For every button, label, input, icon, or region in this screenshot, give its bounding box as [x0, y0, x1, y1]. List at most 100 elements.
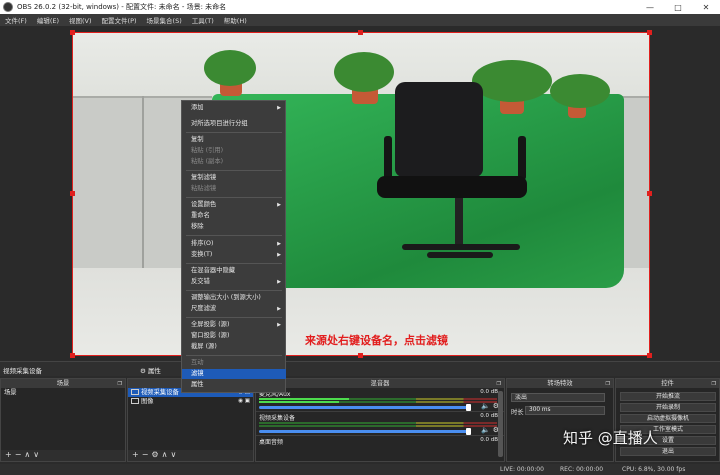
menu-item-interact: 互动: [191, 359, 204, 366]
gear-icon[interactable]: ⚙: [151, 450, 161, 459]
add-icon[interactable]: +: [5, 450, 15, 459]
menu-item-fullscreen-projector[interactable]: 全屏投影 (源) ▶: [182, 320, 286, 330]
resize-handle[interactable]: [358, 353, 363, 358]
cpu-status: CPU: 6.8%, 30.00 fps: [622, 466, 686, 473]
menu-item-filters[interactable]: 滤镜: [182, 369, 286, 379]
speaker-icon[interactable]: 🔈: [481, 402, 490, 410]
menu-help[interactable]: 帮助(H): [219, 15, 252, 25]
speaker-icon[interactable]: 🔈: [481, 426, 490, 434]
volume-slider[interactable]: [259, 404, 471, 411]
scene-item[interactable]: 场景: [1, 388, 125, 397]
image-icon: [131, 398, 139, 404]
title-bar: OBS 26.0.2 (32-bit, windows) - 配置文件: 未命名…: [0, 0, 720, 14]
menu-item-copy[interactable]: 复制: [182, 135, 286, 145]
resize-handle[interactable]: [70, 191, 75, 196]
menu-item-scale-filter[interactable]: 尺度滤波 ▶: [182, 304, 286, 314]
volume-slider[interactable]: [259, 428, 471, 435]
menu-item-add[interactable]: 添加 ▶: [182, 103, 286, 113]
resize-handle[interactable]: [647, 30, 652, 35]
transition-select[interactable]: 淡出: [511, 393, 605, 402]
properties-button[interactable]: ⚙ 属性: [140, 365, 161, 375]
start-recording-button[interactable]: 开始录制: [620, 403, 716, 412]
track-db: 0.0 dB: [480, 413, 498, 419]
track-db: 0.0 dB: [480, 437, 498, 443]
source-selection-box[interactable]: [72, 32, 650, 356]
audio-mixer-panel: 混音器 ❐ 麦克风/Aux 0.0 dB 🔈 ⚙ 视频采集设备 0.0 dB 🔈 …: [255, 378, 505, 462]
properties-label: 属性: [147, 367, 161, 375]
menu-item-deinterlace[interactable]: 反交错 ▶: [182, 277, 286, 287]
source-context-menu: 添加 ▶ 对所选项目进行分组 复制 粘贴 (引用) 粘贴 (副本) 复制滤镜 粘贴…: [181, 100, 286, 393]
menu-profile[interactable]: 配置文件(P): [97, 15, 142, 25]
start-virtual-camera-button[interactable]: 启动虚拟摄像机: [620, 414, 716, 423]
menu-item-remove[interactable]: 移除: [182, 222, 286, 232]
mixer-track: 麦克风/Aux 0.0 dB 🔈 ⚙: [256, 388, 504, 412]
menu-item-screenshot[interactable]: 截屏 (源): [182, 342, 286, 352]
menu-edit[interactable]: 编辑(E): [32, 15, 64, 25]
mixer-scrollbar[interactable]: [498, 391, 503, 457]
annotation-caption: 来源处右键设备名，点击滤镜: [305, 334, 448, 347]
start-streaming-button[interactable]: 开始推流: [620, 392, 716, 401]
move-up-icon[interactable]: ∧: [24, 450, 33, 459]
camera-icon: [131, 389, 139, 395]
remove-icon[interactable]: −: [142, 450, 152, 459]
resize-handle[interactable]: [70, 30, 75, 35]
resize-handle[interactable]: [647, 353, 652, 358]
menu-item-resize-output[interactable]: 调整输出大小 (到源大小): [182, 293, 286, 303]
move-down-icon[interactable]: ∨: [170, 450, 179, 459]
sources-footer: +−⚙∧∨: [128, 450, 253, 461]
live-status: LIVE: 00:00:00: [500, 466, 544, 473]
scenes-title: 场景: [56, 380, 70, 387]
menu-file[interactable]: 文件(F): [0, 15, 32, 25]
menu-item-paste-reference: 粘贴 (引用): [191, 147, 224, 154]
status-bar: LIVE: 00:00:00 REC: 00:00:00 CPU: 6.8%, …: [0, 464, 720, 475]
controls-title: 控件: [661, 380, 674, 387]
menu-item-properties[interactable]: 属性: [182, 380, 286, 390]
source-toolbar: 视频采集设备 ⚙ 属性: [0, 361, 720, 376]
duration-label: 时长: [511, 409, 524, 416]
undock-icon[interactable]: ❐: [712, 380, 716, 389]
resize-handle[interactable]: [358, 30, 363, 35]
add-icon[interactable]: +: [132, 450, 142, 459]
source-item[interactable]: 图像 ◉ ▣: [128, 397, 253, 406]
menu-item-transform[interactable]: 变换(T) ▶: [182, 250, 286, 260]
scenes-panel: 场景 ❐ 场景 +−∧∨: [0, 378, 126, 462]
menu-item-hide-in-mixer[interactable]: 在混音器中隐藏: [182, 266, 286, 276]
menu-item-set-color[interactable]: 设置颜色 ▶: [182, 200, 286, 210]
mixer-track: 视频采集设备 0.0 dB 🔈 ⚙: [256, 412, 504, 436]
move-down-icon[interactable]: ∨: [33, 450, 42, 459]
track-name: 桌面音频: [259, 439, 284, 446]
menu-item-paste-duplicate: 粘贴 (副本): [191, 158, 224, 165]
menu-item-rename[interactable]: 重命名: [182, 211, 286, 221]
minimize-icon[interactable]: —: [636, 0, 664, 14]
resize-handle[interactable]: [70, 353, 75, 358]
exit-button[interactable]: 退出: [620, 447, 716, 456]
eye-icon[interactable]: ◉: [238, 398, 243, 404]
track-db: 0.0 dB: [480, 389, 498, 395]
menu-item-order[interactable]: 排序(O) ▶: [182, 239, 286, 249]
menu-item-group-selected[interactable]: 对所选项目进行分组: [182, 119, 286, 129]
scenes-footer: +−∧∨: [1, 450, 125, 461]
selected-source-name: 视频采集设备: [3, 367, 42, 375]
watermark-text: 知乎 @直播人: [563, 429, 658, 447]
window-title: OBS 26.0.2 (32-bit, windows) - 配置文件: 未命名…: [17, 3, 227, 11]
menu-item-windowed-projector[interactable]: 窗口投影 (源): [182, 331, 286, 341]
duration-input[interactable]: 300 ms: [525, 406, 605, 415]
mixer-track: 桌面音频 0.0 dB: [256, 436, 504, 454]
close-icon[interactable]: ✕: [692, 0, 720, 14]
obs-logo-icon: [3, 2, 13, 12]
resize-handle[interactable]: [647, 191, 652, 196]
remove-icon[interactable]: −: [15, 450, 25, 459]
undock-icon[interactable]: ❐: [606, 380, 610, 389]
menu-item-copy-filters[interactable]: 复制滤镜: [182, 173, 286, 183]
menu-scene-collection[interactable]: 场景集合(S): [142, 15, 187, 25]
menu-tools[interactable]: 工具(T): [187, 15, 219, 25]
transitions-panel: 转场特效 ❐ 淡出 时长 300 ms: [506, 378, 614, 462]
maximize-icon[interactable]: □: [664, 0, 692, 14]
lock-icon[interactable]: ▣: [245, 398, 250, 404]
mixer-title: 混音器: [370, 380, 390, 387]
transitions-title: 转场特效: [547, 380, 573, 387]
menu-bar: 文件(F) 编辑(E) 视图(V) 配置文件(P) 场景集合(S) 工具(T) …: [0, 14, 720, 26]
controls-panel: 控件 ❐ 开始推流 开始录制 启动虚拟摄像机 工作室模式 设置 退出: [615, 378, 720, 462]
menu-view[interactable]: 视图(V): [64, 15, 97, 25]
menu-item-paste-filters: 粘贴滤镜: [191, 185, 217, 192]
